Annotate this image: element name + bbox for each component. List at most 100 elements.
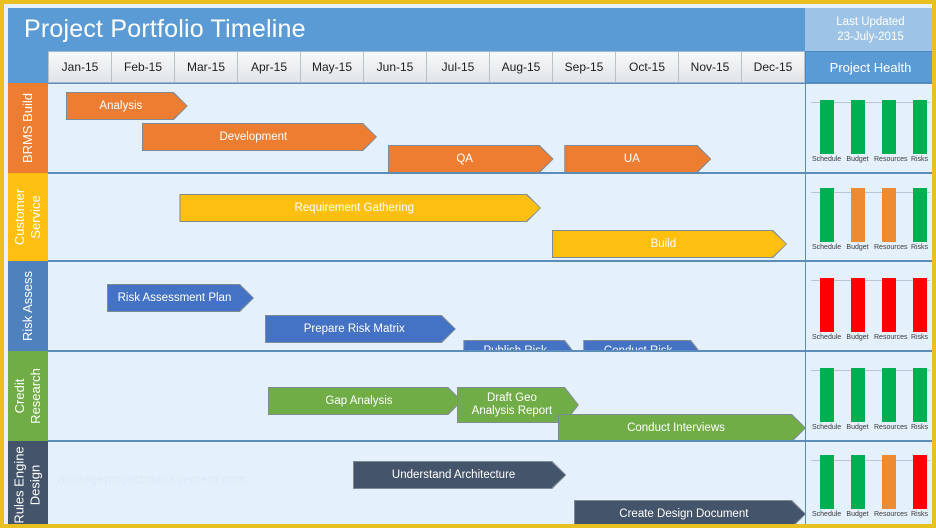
health-indicator-bar [912,368,927,422]
month-header-cell: Dec-15 [742,51,805,83]
task-bar[interactable]: Risk Assessment Plan [108,285,253,311]
swimlane-risk-assess: Risk Assess Risk Assessment Plan Prepare R… [8,261,932,351]
task-bar[interactable]: Build [553,231,786,257]
task-bar[interactable]: Analysis [67,93,187,119]
task-bar-label: Risk Assessment Plan [117,291,232,304]
health-indicator-bar [881,278,896,332]
month-header-cell: Feb-15 [112,51,175,83]
task-bar[interactable]: Gap Analysis [269,388,461,414]
health-indicator: Schedule [812,100,841,164]
swimlane-label-text: Risk Assess [20,270,36,342]
health-indicator: Resources [874,455,908,519]
health-indicator-label: Budget [846,424,869,431]
health-indicator-label: Resources [874,156,908,163]
month-header-cell: Jun-15 [364,51,427,83]
task-bar-label: Analysis [99,99,143,112]
health-indicator-label: Resources [874,424,908,431]
task-bar[interactable]: Create Design Document [575,501,805,527]
health-indicator-bar [819,368,834,422]
health-indicator: Resources [874,100,908,164]
last-updated-value: 23-July-2015 [837,30,904,43]
health-indicator-label: Schedule [812,424,842,431]
task-bar[interactable]: Conduct Risk Workshop [584,341,704,351]
swimlane-track: manageprojectmanagement.com Understand Ar… [48,441,805,527]
health-indicator-bar [881,100,896,154]
month-header-cell: Nov-15 [679,51,742,83]
swimlane-label-text: Credit Research [12,368,44,424]
task-bar-label: Gap Analysis [325,394,393,407]
project-health-panel: Schedule Budget Resources Risks [805,173,932,261]
task-bar-label: UA [623,152,640,165]
project-health-panel: Schedule Budget Resources Risks [805,441,932,524]
health-indicator-bar [819,100,834,154]
task-bar[interactable]: QA [389,146,553,172]
task-bar-label: Conduct Interviews [627,421,725,434]
health-indicator-label: Budget [846,334,869,341]
health-indicator-bar [850,455,865,509]
timeline-month-header: Jan-15 Feb-15 Mar-15 Apr-15 May-15 Jun-15 Jul-… [48,51,805,83]
health-indicator-label: Risks [910,511,929,518]
health-chart: Schedule Budget Resources Risks [806,174,932,260]
swimlane-track: Analysis Development QA UA [48,83,805,173]
health-indicator: Budget [843,368,872,432]
swimlane-label: Customer Service [8,173,48,261]
header-corner-cell [8,51,48,83]
health-indicator: Schedule [812,455,841,519]
health-indicator-bar [912,188,927,242]
task-bar-label: Requirement Gathering [294,201,415,214]
task-bar-label: Build [650,237,677,250]
health-indicator: Budget [843,278,872,342]
health-indicator-bar [850,278,865,332]
last-updated-label: Last Updated [836,15,905,28]
swimlane-rules-engine-design: Rules Engine Design manageprojectmanageme… [8,441,932,527]
task-bar-label: Development [219,130,288,143]
swimlane-track: Risk Assessment Plan Prepare Risk Matrix P… [48,261,805,351]
task-bar[interactable]: Conduct Interviews [559,415,805,441]
month-header-cell: Sep-15 [553,51,616,83]
swimlane-label: Risk Assess [8,261,48,351]
task-bar[interactable]: Requirement Gathering [180,195,540,221]
health-chart: Schedule Budget Resources Risks [806,442,932,524]
health-indicator-bar [912,278,927,332]
swimlane-label-text: Rules Engine Design [12,445,44,524]
project-health-panel: Schedule Budget Resources Risks [805,351,932,441]
health-indicator-bar [819,278,834,332]
health-indicator-label: Risks [910,156,929,163]
health-indicator-label: Risks [910,424,929,431]
health-indicator: Schedule [812,188,841,252]
page-title: Project Portfolio Timeline [24,15,306,43]
health-indicator-label: Schedule [812,244,842,251]
health-indicator-label: Schedule [812,156,842,163]
task-bar[interactable]: Prepare Risk Matrix [266,316,455,342]
task-bar[interactable]: Understand Architecture [354,462,565,488]
month-header-cell: Jul-15 [427,51,490,83]
project-health-header: Project Health [805,51,932,83]
health-indicator-label: Resources [874,511,908,518]
swimlane-label: Rules Engine Design [8,441,48,524]
health-indicator-label: Schedule [812,334,842,341]
month-header-cell: Oct-15 [616,51,679,83]
swimlane-label: BRMS Build [8,83,48,173]
month-header-cell: May-15 [301,51,364,83]
task-bar[interactable]: Development [143,124,376,150]
task-bar-label: Prepare Risk Matrix [303,322,405,335]
health-indicator: Resources [874,188,908,252]
health-indicator: Risks [905,278,932,342]
title-bar: Project Portfolio Timeline [8,8,805,51]
health-indicator: Risks [905,100,932,164]
health-indicator: Resources [874,368,908,432]
task-bar[interactable]: UA [565,146,710,172]
swimlane-track: Gap Analysis Draft Geo Analysis Report Con… [48,351,805,441]
swimlane-label: Credit Research [8,351,48,441]
month-header-cell: Jan-15 [48,51,112,83]
task-bar-label: Draft Geo Analysis Report [471,392,553,417]
swimlane-track: Requirement Gathering Build [48,173,805,261]
portfolio-timeline-dashboard: Project Portfolio Timeline Last Updated … [0,0,936,528]
health-indicator-bar [819,188,834,242]
health-indicator-label: Budget [846,511,869,518]
health-indicator-label: Resources [874,244,908,251]
task-bar-label: Understand Architecture [391,468,516,481]
swimlane-credit-research: Credit Research Gap Analysis Draft Geo Ana… [8,351,932,441]
task-bar[interactable]: Publish Risk Matrix [464,341,578,351]
health-indicator-label: Schedule [812,511,842,518]
